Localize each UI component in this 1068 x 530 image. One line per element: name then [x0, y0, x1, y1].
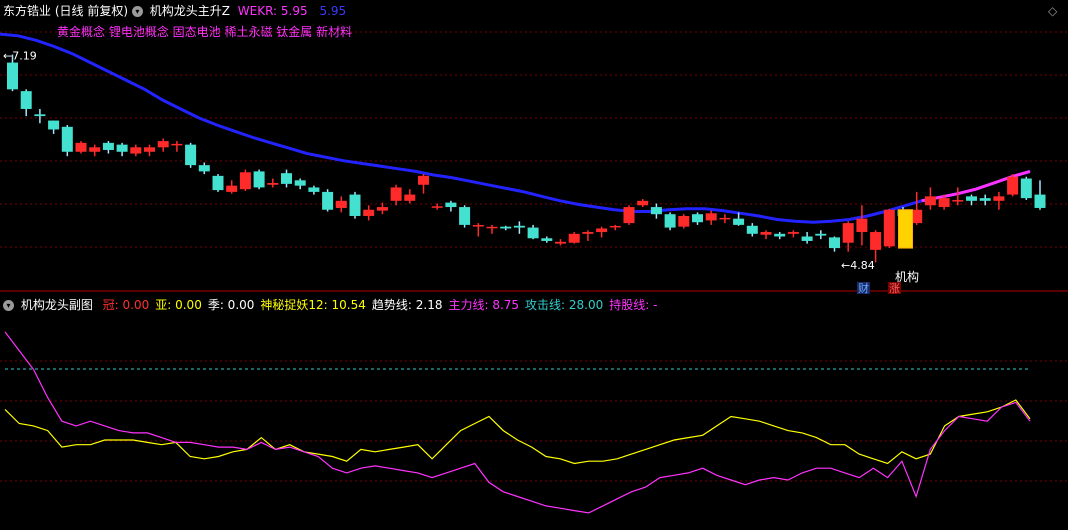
candle-body	[281, 173, 292, 184]
candle-body	[185, 144, 197, 166]
candle-body	[157, 141, 169, 148]
candle-body	[267, 182, 279, 185]
candle-body	[335, 200, 347, 208]
candle-body	[856, 218, 868, 233]
candle-body	[650, 207, 662, 215]
candle-body	[7, 62, 18, 90]
candle-body	[842, 223, 854, 243]
candle-body	[801, 236, 813, 241]
candle-body	[582, 232, 594, 234]
candle-body	[226, 185, 238, 192]
candle-body	[924, 196, 936, 206]
candle-body	[404, 194, 416, 201]
sub-series-line	[4, 399, 1031, 465]
marker-jigou: 机构	[895, 269, 919, 284]
candle-body	[212, 175, 224, 191]
candle-body	[20, 91, 32, 109]
candle-body	[500, 226, 512, 229]
candle-body	[1034, 194, 1046, 208]
sub-series-line	[4, 331, 1031, 514]
candle-body	[418, 175, 429, 185]
candle-body	[513, 225, 525, 228]
marker-cai: 财	[858, 281, 869, 295]
candle-body	[760, 232, 772, 235]
candle-body	[116, 144, 128, 152]
candle-body	[938, 198, 950, 208]
candle-body	[664, 214, 676, 228]
candle-body	[733, 218, 745, 225]
high-price-label: ←7.19	[3, 50, 37, 63]
signal-bar	[898, 209, 913, 249]
candle-body	[527, 227, 539, 239]
candle-body	[692, 214, 703, 223]
candle-body	[349, 194, 361, 216]
candle-body	[459, 207, 471, 225]
ma-line	[0, 32, 1031, 224]
candle-body	[89, 147, 101, 152]
candle-body	[445, 202, 457, 208]
candle-body	[637, 200, 649, 206]
candle-body	[623, 207, 635, 224]
candle-body	[239, 172, 251, 190]
candle-body	[102, 142, 114, 150]
candle-body	[815, 233, 827, 236]
candle-body	[787, 232, 799, 234]
candle-body	[75, 142, 87, 152]
candle-body	[390, 187, 402, 201]
candle-body	[993, 196, 1005, 201]
candle-body	[1020, 178, 1032, 199]
candle-body	[376, 207, 388, 211]
candle-body	[1007, 176, 1019, 195]
candle-body	[198, 165, 210, 172]
candle-body	[596, 228, 608, 233]
candle-body	[144, 147, 155, 152]
candle-body	[48, 120, 60, 130]
candle-body	[322, 191, 334, 210]
candle-body	[746, 225, 758, 234]
candle-body	[308, 187, 320, 192]
low-price-label: ←4.84	[841, 259, 875, 272]
stock-chart: ←7.19←4.84财 涨机构	[0, 31, 1068, 514]
candle-body	[253, 171, 265, 188]
candle-body	[294, 180, 306, 186]
candle-body	[34, 114, 46, 117]
candle-body	[363, 209, 375, 216]
candle-body	[541, 238, 553, 241]
candle-body	[705, 213, 717, 221]
candle-body	[568, 233, 580, 243]
candle-body	[979, 198, 991, 201]
candle-body	[870, 232, 882, 250]
candle-body	[829, 237, 840, 249]
candle-body	[61, 126, 73, 152]
candle-body	[130, 147, 142, 154]
candle-body	[883, 209, 895, 247]
candle-body	[555, 241, 566, 244]
candle-body	[678, 215, 690, 227]
candle-body	[966, 196, 977, 201]
candle-body	[774, 233, 786, 237]
